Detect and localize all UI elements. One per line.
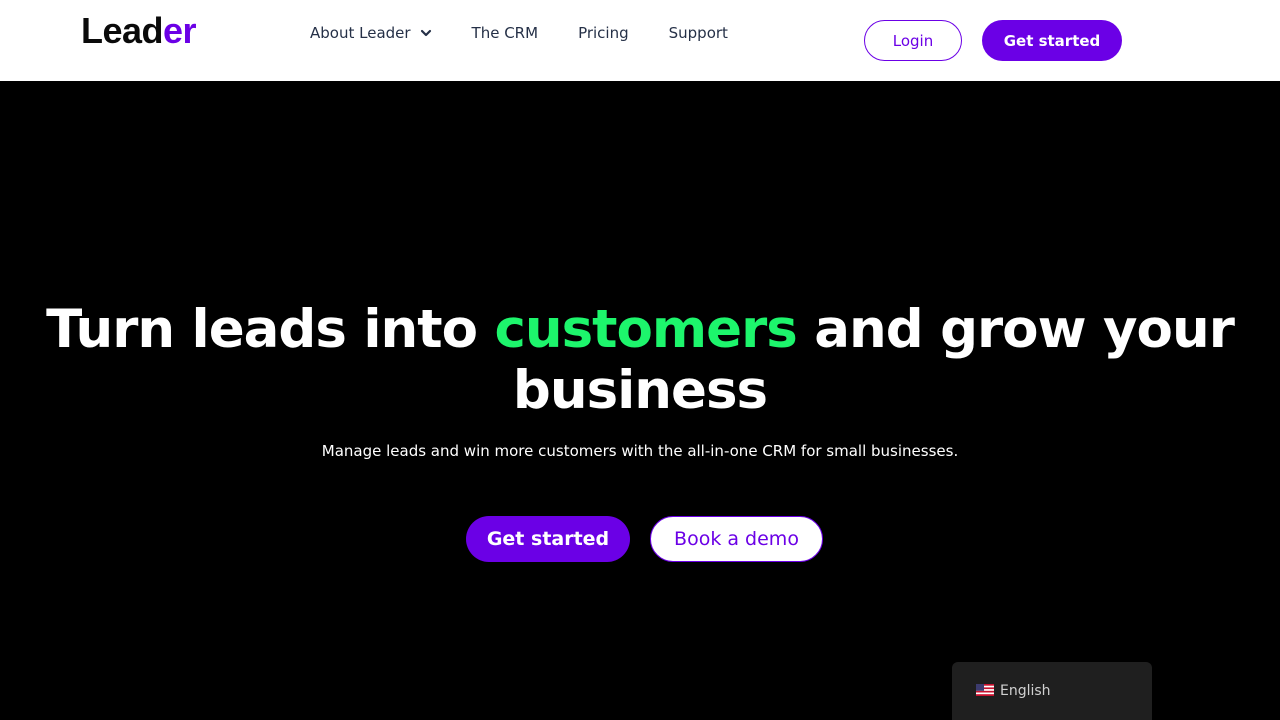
- main-nav: About Leader The CRM Pricing Support: [310, 22, 728, 44]
- book-demo-button[interactable]: Book a demo: [650, 516, 823, 562]
- chevron-down-icon: [420, 29, 431, 37]
- logo-text-accent: er: [163, 10, 197, 51]
- hero-subtitle: Manage leads and win more customers with…: [321, 442, 959, 460]
- nav-item-label: Support: [668, 24, 728, 42]
- language-switcher[interactable]: English: [952, 662, 1152, 720]
- site-header: Leader About Leader The CRM Pricing Supp…: [0, 0, 1280, 81]
- headline-highlight: customers: [494, 299, 797, 360]
- nav-item-label: Pricing: [578, 24, 629, 42]
- logo-text-main: Lead: [81, 10, 164, 51]
- us-flag-icon: [976, 684, 994, 696]
- hero-section: Turn leads into customers and grow your …: [0, 81, 1280, 720]
- nav-item-about-leader[interactable]: About Leader: [310, 22, 432, 44]
- hero-get-started-button[interactable]: Get started: [466, 516, 630, 562]
- logo[interactable]: Leader: [81, 10, 197, 52]
- nav-item-label: About Leader: [310, 24, 411, 42]
- language-label: English: [1000, 683, 1051, 699]
- nav-item-pricing[interactable]: Pricing: [578, 22, 629, 44]
- headline-text: Turn leads into: [46, 299, 495, 360]
- nav-item-the-crm[interactable]: The CRM: [472, 22, 539, 44]
- nav-item-label: The CRM: [471, 24, 539, 42]
- nav-item-support[interactable]: Support: [669, 22, 728, 44]
- get-started-button[interactable]: Get started: [982, 20, 1122, 61]
- hero-headline: Turn leads into customers and grow your …: [0, 299, 1280, 421]
- login-button[interactable]: Login: [864, 20, 962, 61]
